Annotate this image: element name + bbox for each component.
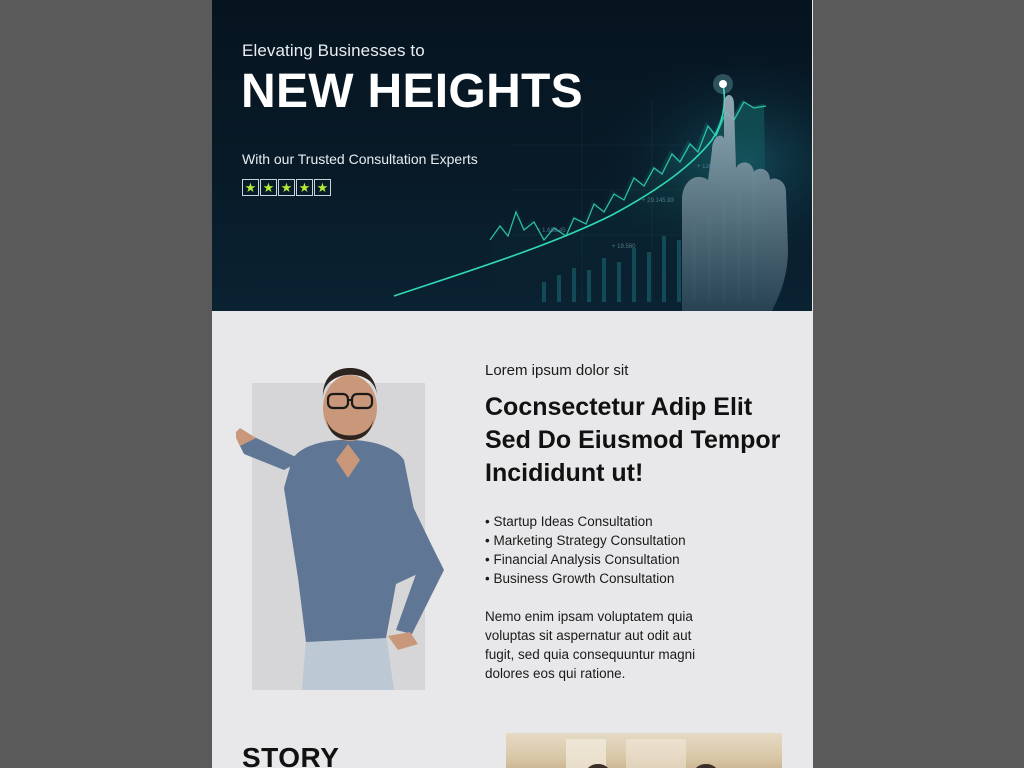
hero-title: NEW HEIGHTS bbox=[241, 65, 583, 118]
consultant-photo bbox=[236, 368, 444, 690]
hero-subtitle: With our Trusted Consultation Experts bbox=[242, 151, 478, 167]
section-headline: Cocnsectetur Adip Elit Sed Do Eiusmod Te… bbox=[485, 393, 781, 487]
list-item: Marketing Strategy Consultation bbox=[485, 531, 785, 550]
star-icon: ★ bbox=[260, 179, 277, 196]
star-icon: ★ bbox=[296, 179, 313, 196]
story-photo-graphic bbox=[566, 739, 716, 768]
hero-banner: + 1.688.45 + 19.560 + 29.145.93 + 128.93… bbox=[212, 0, 812, 311]
list-item: Startup Ideas Consultation bbox=[485, 512, 785, 531]
list-item: Business Growth Consultation bbox=[485, 569, 785, 588]
section-body: Nemo enim ipsam voluptatem quia voluptas… bbox=[485, 609, 696, 681]
svg-text:+ 128.932: + 128.932 bbox=[697, 164, 725, 170]
svg-text:+ 1.688.45: + 1.688.45 bbox=[537, 228, 566, 234]
star-icon: ★ bbox=[242, 179, 259, 196]
star-icon: ★ bbox=[314, 179, 331, 196]
newsletter-page: + 1.688.45 + 19.560 + 29.145.93 + 128.93… bbox=[212, 0, 813, 768]
story-photo bbox=[506, 733, 782, 768]
hero-eyebrow: Elevating Businesses to bbox=[242, 41, 425, 60]
section-eyebrow: Lorem ipsum dolor sit bbox=[485, 362, 629, 379]
star-icon: ★ bbox=[278, 179, 295, 196]
svg-text:+ 29.145.93: + 29.145.93 bbox=[642, 198, 675, 204]
list-item: Financial Analysis Consultation bbox=[485, 550, 785, 569]
services-list: Startup Ideas Consultation Marketing Str… bbox=[485, 512, 785, 588]
star-rating: ★ ★ ★ ★ ★ bbox=[242, 179, 331, 196]
story-title: STORY bbox=[242, 742, 340, 768]
svg-text:+ 19.560: + 19.560 bbox=[612, 244, 636, 250]
